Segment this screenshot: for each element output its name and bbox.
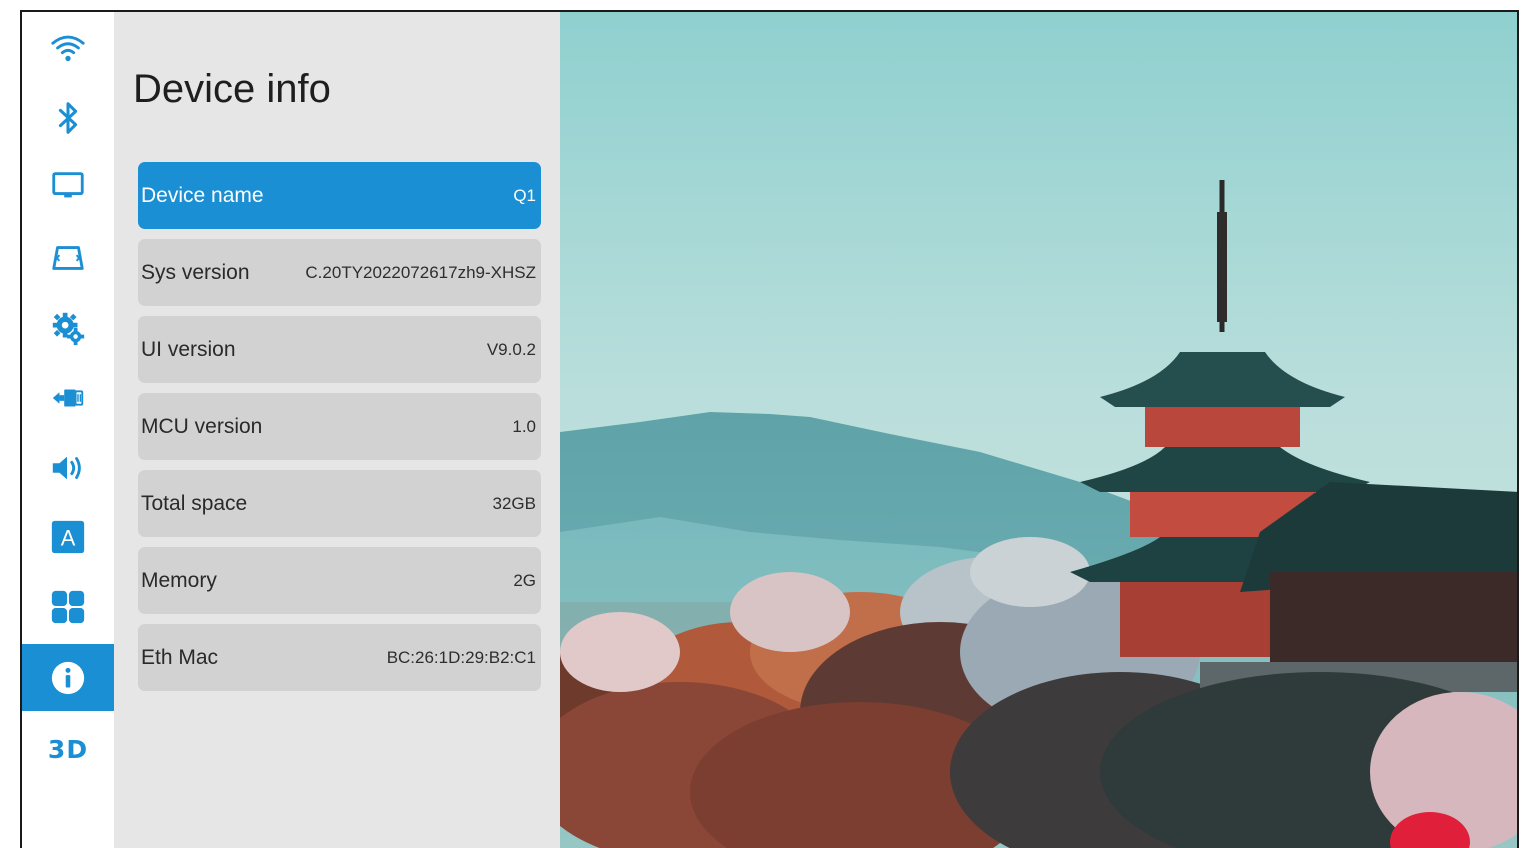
page-title: Device info	[133, 67, 331, 111]
rail-item-apps[interactable]	[22, 574, 114, 640]
row-label: UI version	[141, 337, 236, 361]
rail-item-input-source[interactable]	[22, 365, 114, 431]
row-value: V9.0.2	[486, 339, 536, 359]
rail-item-wifi[interactable]	[22, 15, 114, 81]
row-total-space[interactable]: Total space 32GB	[138, 470, 541, 537]
wallpaper-image	[560, 12, 1517, 848]
row-label: Sys version	[141, 260, 250, 284]
rail-item-settings[interactable]	[22, 295, 114, 361]
rail-item-bluetooth[interactable]	[22, 85, 114, 151]
display-icon	[52, 172, 84, 198]
row-ui-version[interactable]: UI version V9.0.2	[138, 316, 541, 383]
rail-item-language[interactable]: A	[22, 504, 114, 570]
row-mcu-version[interactable]: MCU version 1.0	[138, 393, 541, 460]
row-label: Eth Mac	[141, 645, 219, 669]
settings-gear-icon	[52, 312, 85, 346]
volume-icon	[52, 456, 81, 480]
apps-grid-icon	[51, 590, 85, 624]
row-memory[interactable]: Memory 2G	[138, 547, 541, 614]
rail-item-keystone[interactable]	[22, 225, 114, 291]
bluetooth-icon	[58, 102, 78, 134]
row-device-name[interactable]: Device name Q1	[138, 162, 541, 229]
row-eth-mac[interactable]: Eth Mac BC:26:1D:29:B2:C1	[138, 624, 541, 691]
rail-item-volume[interactable]	[22, 435, 114, 501]
row-value: 32GB	[492, 493, 536, 513]
projector-settings-screen: A 3D Device info Device name Q1 Sys vers…	[20, 10, 1519, 848]
row-value: C.20TY2022072617zh9-XHSZ	[305, 262, 536, 282]
input-source-icon	[52, 389, 84, 407]
row-label: MCU version	[141, 414, 263, 438]
language-icon: A	[51, 520, 85, 554]
language-icon-letter: A	[61, 526, 76, 551]
row-value: 2G	[513, 570, 536, 590]
rail-item-device-info[interactable]	[22, 644, 114, 711]
row-label: Memory	[141, 568, 217, 592]
wifi-icon	[51, 35, 85, 62]
row-value: BC:26:1D:29:B2:C1	[386, 647, 536, 667]
rail-item-display[interactable]	[22, 153, 114, 219]
row-sys-version[interactable]: Sys version C.20TY2022072617zh9-XHSZ	[138, 239, 541, 306]
icon-rail: A 3D	[22, 12, 114, 848]
rail-item-3d[interactable]: 3D	[22, 716, 114, 782]
row-label: Total space	[141, 491, 248, 515]
info-icon	[51, 661, 85, 694]
pagoda-landscape-illustration	[560, 12, 1517, 848]
keystone-icon	[52, 246, 84, 270]
row-value: Q1	[513, 185, 536, 205]
device-info-panel: Device info Device name Q1 Sys version C…	[114, 12, 560, 848]
row-label: Device name	[141, 183, 264, 207]
row-value: 1.0	[512, 416, 536, 436]
3d-icon: 3D	[47, 734, 89, 764]
